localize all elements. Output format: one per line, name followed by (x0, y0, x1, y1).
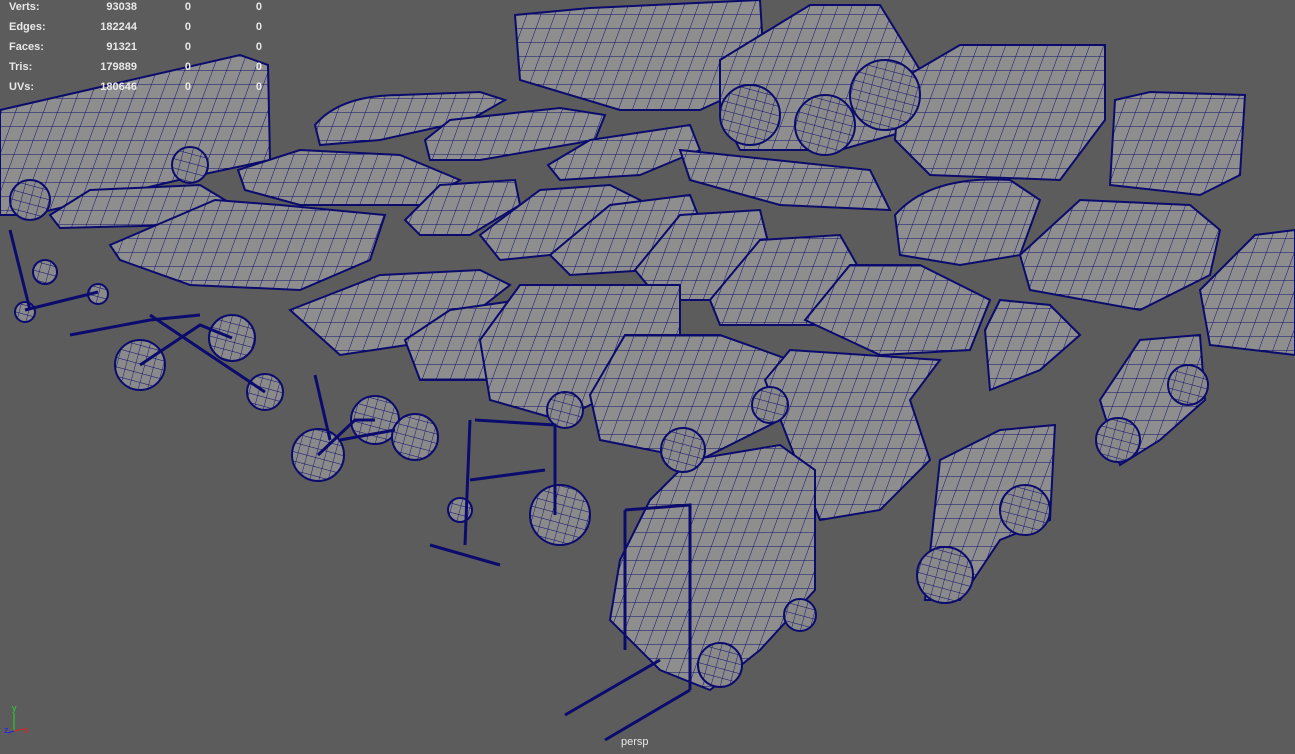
helicopter-model[interactable] (893, 178, 1042, 267)
hud-value: 0 (255, 1, 262, 13)
biplane-model[interactable] (678, 148, 892, 212)
maya-perspective-viewport[interactable]: Verts: 93038 0 0 Edges: 182244 0 0 Faces… (0, 0, 1295, 754)
wheelchair-wheel (529, 484, 591, 546)
wheelchair-frame (429, 418, 557, 567)
wheelchair-wheel (447, 497, 473, 523)
hud-value: 0 (255, 21, 262, 33)
hud-value: 179889 (100, 61, 137, 73)
garbage-truck-model[interactable] (1108, 90, 1247, 197)
motorcycle-wheel (916, 546, 974, 604)
atv-model[interactable] (983, 298, 1082, 392)
hud-row-verts: Verts: 93038 0 0 (9, 1, 269, 15)
hud-value: 0 (255, 81, 262, 93)
jeep-wheel (751, 386, 789, 424)
axis-x-label: x (24, 725, 29, 735)
tractor-wheel (849, 59, 921, 131)
van-wheel (546, 391, 584, 429)
bus-wheel (171, 146, 209, 184)
speedboat-model[interactable] (236, 148, 463, 206)
axis-z-label: z (4, 725, 9, 735)
wireframe-scene[interactable] (0, 0, 1295, 754)
hud-row-uvs: UVs: 180646 0 0 (9, 81, 269, 95)
hud-label: Edges: (9, 21, 46, 33)
tractor-wheel (719, 84, 781, 146)
hud-value: 91321 (106, 41, 137, 53)
scooter-wheel (32, 259, 58, 285)
ambulance-model[interactable] (893, 44, 1106, 182)
hud-value: 180646 (100, 81, 137, 93)
hud-value: 0 (184, 41, 191, 53)
forklift-wheel (697, 642, 743, 688)
hud-label: UVs: (9, 81, 35, 93)
bicycle-wheel (391, 413, 439, 461)
hud-value: 182244 (100, 21, 137, 33)
scooter-wheel (14, 301, 36, 323)
motorcycle-wheel (999, 484, 1051, 536)
hud-row-tris: Tris: 179889 0 0 (9, 61, 269, 75)
axis-y-label: y (12, 703, 17, 713)
tractor-wheel (794, 94, 856, 156)
axis-gizmo-icon: y x z (4, 703, 29, 735)
hud-label: Verts: (9, 1, 40, 13)
police-car-model[interactable] (1018, 198, 1222, 312)
hud-value: 0 (184, 21, 191, 33)
hud-value: 0 (184, 81, 191, 93)
hud-value: 0 (184, 1, 191, 13)
hud-value: 0 (255, 61, 262, 73)
hud-label: Faces: (9, 41, 44, 53)
bus-wheel (9, 179, 51, 221)
hud-value: 0 (184, 61, 191, 73)
jeep-wheel (660, 427, 706, 473)
dirtbike-wheel (1167, 364, 1209, 406)
forklift-wheel (783, 598, 817, 632)
hud-row-edges: Edges: 182244 0 0 (9, 21, 269, 35)
hud-label: Tris: (9, 61, 33, 73)
hud-row-faces: Faces: 91321 0 0 (9, 41, 269, 55)
dirtbike-wheel (1095, 417, 1141, 463)
hud-value: 0 (255, 41, 262, 53)
hud-value: 93038 (106, 1, 137, 13)
camera-label: persp (621, 736, 649, 748)
